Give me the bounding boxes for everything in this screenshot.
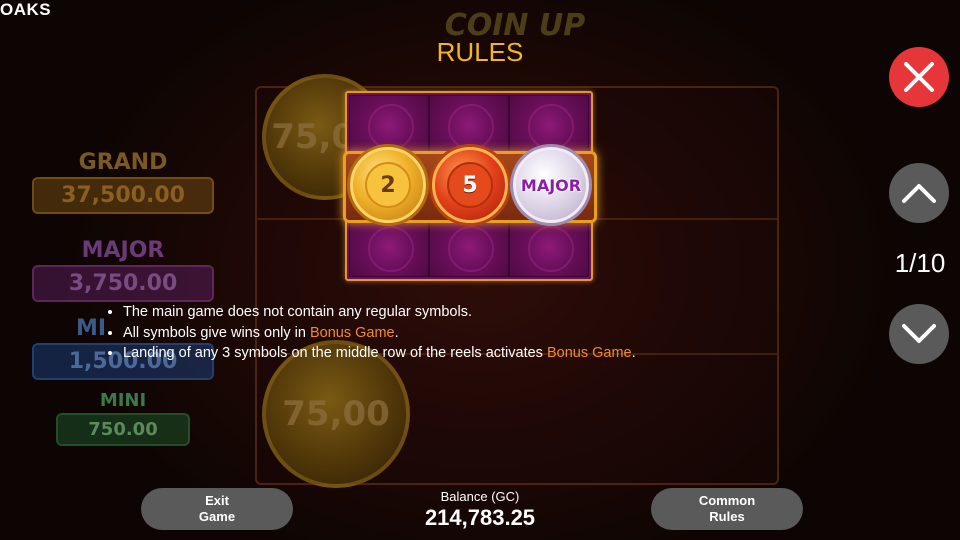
reel-cell: [429, 95, 509, 155]
rule-highlight: Bonus Game: [309, 324, 395, 341]
page-title: RULES: [436, 37, 524, 67]
exit-game-button[interactable]: Exit Game: [141, 488, 293, 530]
jackpot-value: 750.00: [56, 413, 190, 446]
coin-symbol-major: MAJOR: [513, 147, 589, 223]
jackpot-major: MAJOR 3,750.00: [32, 238, 214, 302]
exit-label-line1: Exit: [205, 493, 229, 508]
jackpot-label: GRAND: [78, 150, 168, 175]
jackpot-value: 3,750.00: [32, 265, 214, 302]
coin-value: MAJOR: [520, 175, 582, 195]
rule-suffix: .: [631, 345, 636, 361]
page-indicator: 1/10: [894, 248, 946, 278]
common-label-line1: Common: [698, 493, 756, 508]
close-icon: [904, 62, 934, 92]
rule-item: All symbols give wins only in Bonus Game…: [123, 323, 636, 344]
background-coin-value: 75,00: [282, 394, 390, 434]
rule-item: Landing of any 3 symbols on the middle r…: [123, 343, 636, 364]
balance-value: 214,783.25: [424, 505, 536, 530]
coin-value: 2: [365, 162, 411, 208]
rule-highlight: Bonus Game: [546, 345, 632, 361]
chevron-up-icon: [902, 184, 936, 203]
coin-symbol-red: 5: [432, 147, 508, 223]
reel-cell: [349, 95, 429, 155]
rule-text: Landing of any 3 symbols on the middle r…: [123, 345, 547, 361]
close-button[interactable]: [889, 47, 949, 107]
reel-cell: [509, 95, 589, 155]
reel-cell: [349, 217, 429, 277]
jackpot-value: 37,500.00: [32, 177, 214, 214]
reel-cell: [429, 217, 509, 277]
balance-display: Balance (GC) 214,783.25: [380, 489, 580, 531]
brand-logo: OAKS: [0, 0, 52, 19]
rule-suffix: .: [394, 324, 399, 341]
rules-list: The main game does not contain any regul…: [103, 302, 636, 364]
exit-label-line2: Game: [198, 509, 236, 524]
reel-cell: [509, 217, 589, 277]
coin-symbol-gold: 2: [350, 147, 426, 223]
page-down-button[interactable]: [889, 304, 949, 364]
coin-value: 5: [447, 162, 493, 208]
jackpot-label: MAJOR: [81, 238, 165, 263]
rule-text: All symbols give wins only in: [123, 324, 310, 341]
common-label-line2: Rules: [709, 509, 745, 524]
jackpot-grand: GRAND 37,500.00: [32, 150, 214, 214]
common-rules-button[interactable]: Common Rules: [651, 488, 803, 530]
page-up-button[interactable]: [889, 163, 949, 223]
chevron-down-icon: [902, 324, 936, 343]
rule-item: The main game does not contain any regul…: [123, 302, 636, 323]
rule-text: The main game does not contain any regul…: [123, 304, 472, 320]
jackpot-mini: MINI 750.00: [32, 390, 214, 446]
jackpot-label: MINI: [99, 390, 147, 411]
balance-label: Balance (GC): [440, 489, 520, 504]
